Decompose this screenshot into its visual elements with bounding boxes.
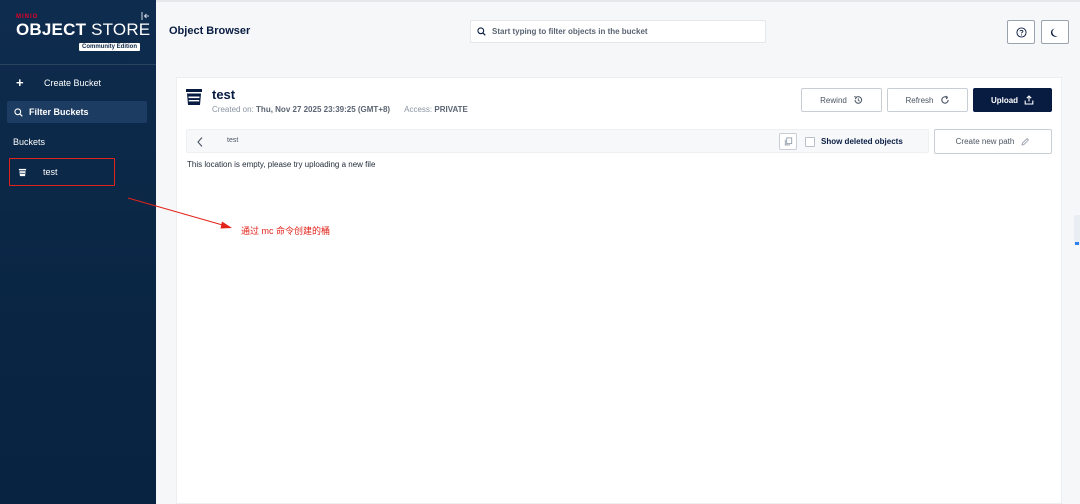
- right-edge-scroll-marker: [1074, 215, 1080, 245]
- logo-product-bold: OBJECT: [16, 20, 87, 39]
- sidebar-bucket-test[interactable]: test: [9, 158, 115, 186]
- top-edge: [156, 0, 1080, 2]
- create-new-path-button[interactable]: Create new path: [934, 129, 1052, 154]
- plus-icon: +: [16, 75, 24, 90]
- annotation-note: 通过 mc 命令创建的桶: [241, 226, 330, 236]
- filter-buckets-box[interactable]: [7, 101, 147, 123]
- rewind-label: Rewind: [820, 95, 847, 105]
- create-bucket-label: Create Bucket: [44, 78, 102, 88]
- bucket-name: test: [212, 87, 236, 102]
- upload-icon: [1024, 95, 1034, 105]
- collapse-sidebar-icon[interactable]: [141, 11, 151, 21]
- copy-icon: [784, 137, 792, 146]
- help-button[interactable]: [1007, 20, 1035, 44]
- created-label: Created on:: [212, 105, 254, 114]
- current-path[interactable]: test: [227, 137, 238, 144]
- back-chevron-icon[interactable]: [195, 136, 205, 148]
- object-search-input[interactable]: [492, 27, 752, 36]
- rewind-button[interactable]: Rewind: [801, 88, 882, 112]
- filter-buckets-input[interactable]: [29, 107, 139, 117]
- object-search-box[interactable]: [470, 20, 766, 43]
- logo-product: OBJECT STORE: [16, 20, 150, 39]
- page-title: Object Browser: [169, 25, 251, 37]
- access-value: PRIVATE: [434, 105, 468, 114]
- access-label: Access:: [404, 105, 433, 114]
- refresh-icon: [940, 95, 949, 104]
- bucket-icon: [18, 168, 27, 176]
- show-deleted-label[interactable]: Show deleted objects: [821, 137, 903, 146]
- empty-location-message: This location is empty, please try uploa…: [187, 160, 376, 169]
- refresh-label: Refresh: [905, 95, 934, 105]
- create-bucket-button[interactable]: + Create Bucket: [16, 76, 101, 90]
- logo: MINIO OBJECT STORE Community Edition: [16, 14, 150, 51]
- pencil-icon: [1021, 137, 1030, 146]
- help-icon: [1015, 26, 1027, 38]
- copy-path-button[interactable]: [779, 133, 797, 150]
- path-breadcrumb-bar: test Show deleted objects: [186, 129, 929, 153]
- logo-product-thin: STORE: [86, 20, 151, 39]
- moon-icon: [1050, 27, 1058, 37]
- show-deleted-checkbox[interactable]: [805, 137, 815, 147]
- sidebar-bucket-label: test: [43, 167, 58, 177]
- create-new-path-label: Create new path: [955, 137, 1015, 146]
- upload-label: Upload: [990, 95, 1019, 105]
- dark-mode-toggle[interactable]: [1041, 20, 1069, 44]
- created-value: Thu, Nov 27 2025 23:39:25 (GMT+8): [256, 105, 391, 114]
- refresh-button[interactable]: Refresh: [887, 88, 968, 112]
- buckets-section-label: Buckets: [13, 137, 46, 147]
- edition-badge: Community Edition: [79, 43, 140, 51]
- bucket-header-icon: [186, 89, 202, 105]
- bucket-meta: Created on: Thu, Nov 27 2025 23:39:25 (G…: [212, 105, 468, 114]
- sidebar-divider: [0, 64, 156, 65]
- search-icon: [477, 27, 486, 36]
- upload-button[interactable]: Upload: [973, 88, 1052, 112]
- search-icon: [14, 107, 23, 117]
- sidebar: MINIO OBJECT STORE Community Edition + C…: [0, 0, 156, 504]
- rewind-icon: [853, 95, 862, 104]
